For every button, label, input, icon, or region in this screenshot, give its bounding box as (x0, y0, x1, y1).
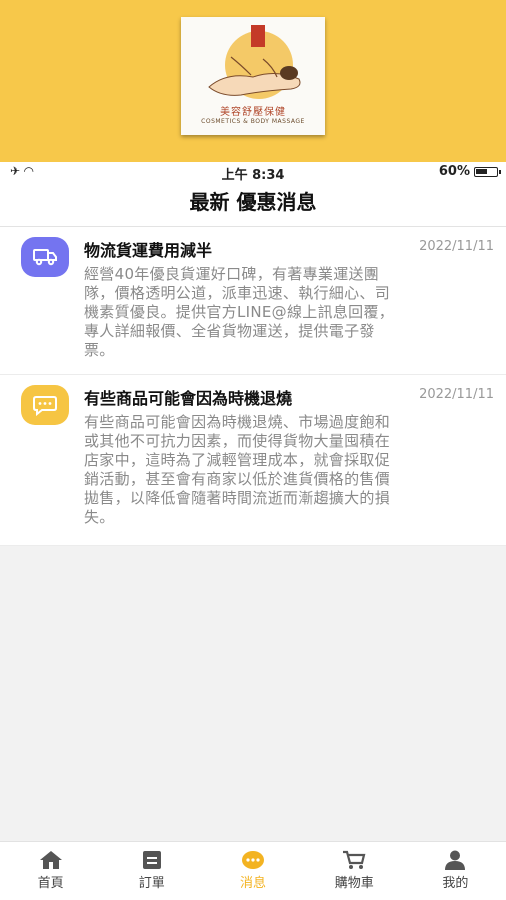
message-body-line: 失。 (84, 508, 115, 526)
message-body: 有些商品可能會因為時機退燒、市場過度飽和 或其他不可抗力因素，而使得貨物大量囤積… (84, 413, 494, 527)
message-body-line: 票。 (84, 341, 115, 359)
message-body-line: 專人詳細報價、全省貨物運送，提供電子發 (84, 322, 375, 340)
tab-label: 訂單 (138, 876, 165, 891)
message-date: 2022/11/11 (419, 239, 494, 254)
chat-bubble-icon (21, 385, 69, 425)
logo: 美容舒壓保健 COSMETICS & BODY MASSAGE (181, 17, 325, 135)
battery-icon (474, 166, 501, 177)
message-body-line: 有些商品可能會因為時機退燒、市場過度飽和 (84, 413, 391, 431)
message-body-line: 或其他不可抗力因素，而使得貨物大量囤積在 (84, 432, 391, 450)
banner: 美容舒壓保健 COSMETICS & BODY MASSAGE (0, 0, 506, 162)
message-body-line: 銷活動，甚至會有商家以低於進貨價格的售價 (84, 470, 391, 488)
battery-percent: 60% (438, 164, 470, 179)
tab-messages[interactable]: 消息 (202, 842, 303, 900)
status-right: 60% (438, 164, 501, 179)
tab-profile[interactable]: 我的 (405, 842, 506, 900)
message-icon (242, 851, 264, 869)
home-icon (39, 851, 62, 869)
tab-cart[interactable]: 購物車 (304, 842, 405, 900)
truck-icon (21, 237, 69, 277)
tab-label: 我的 (442, 876, 469, 891)
message-body-line: 經營40年優良貨運好口碑，有著專業運送團 (84, 265, 380, 283)
message-title: 有些商品可能會因為時機退燒 (84, 389, 293, 408)
message-date: 2022/11/11 (419, 387, 494, 402)
tab-home[interactable]: 首頁 (0, 842, 101, 900)
list-item[interactable]: 有些商品可能會因為時機退燒 2022/11/11 有些商品可能會因為時機退燒、市… (0, 375, 506, 546)
message-title: 物流貨運費用減半 (84, 241, 213, 260)
message-body-line: 店家中，這時為了減輕管理成本，就會採取促 (84, 451, 391, 469)
message-body-line: 拋售，以降低會隨著時間流逝而漸趨擴大的損 (84, 489, 391, 507)
message-body-line: 隊，價格透明公道，派車迅速、執行細心、司 (84, 284, 391, 302)
status-bar: ✈◠ 上午 8:34 60% (0, 162, 506, 183)
message-body-line: 機素質優良。提供官方LINE@線上訊息回覆， (84, 303, 395, 321)
tab-label: 首頁 (37, 876, 64, 891)
order-icon (142, 851, 161, 869)
status-time: 上午 8:34 (221, 168, 285, 183)
tab-label: 消息 (240, 876, 267, 891)
logo-subtitle: COSMETICS & BODY MASSAGE (201, 118, 305, 125)
list-item[interactable]: 物流貨運費用減半 2022/11/11 經營40年優良貨運好口碑，有著專業運送團… (0, 227, 506, 375)
cart-icon (343, 850, 366, 869)
tab-label: 購物車 (334, 876, 374, 891)
tab-orders[interactable]: 訂單 (101, 842, 202, 900)
logo-title: 美容舒壓保健 (220, 107, 286, 118)
page-title: 最新 優惠消息 (0, 182, 506, 227)
message-body: 經營40年優良貨運好口碑，有著專業運送團 隊，價格透明公道，派車迅速、執行細心、… (84, 265, 494, 360)
message-list: 物流貨運費用減半 2022/11/11 經營40年優良貨運好口碑，有著專業運送團… (0, 227, 506, 546)
tab-bar: 首頁 訂單 消息 購物車 我的 (0, 841, 506, 900)
user-icon (445, 850, 466, 870)
